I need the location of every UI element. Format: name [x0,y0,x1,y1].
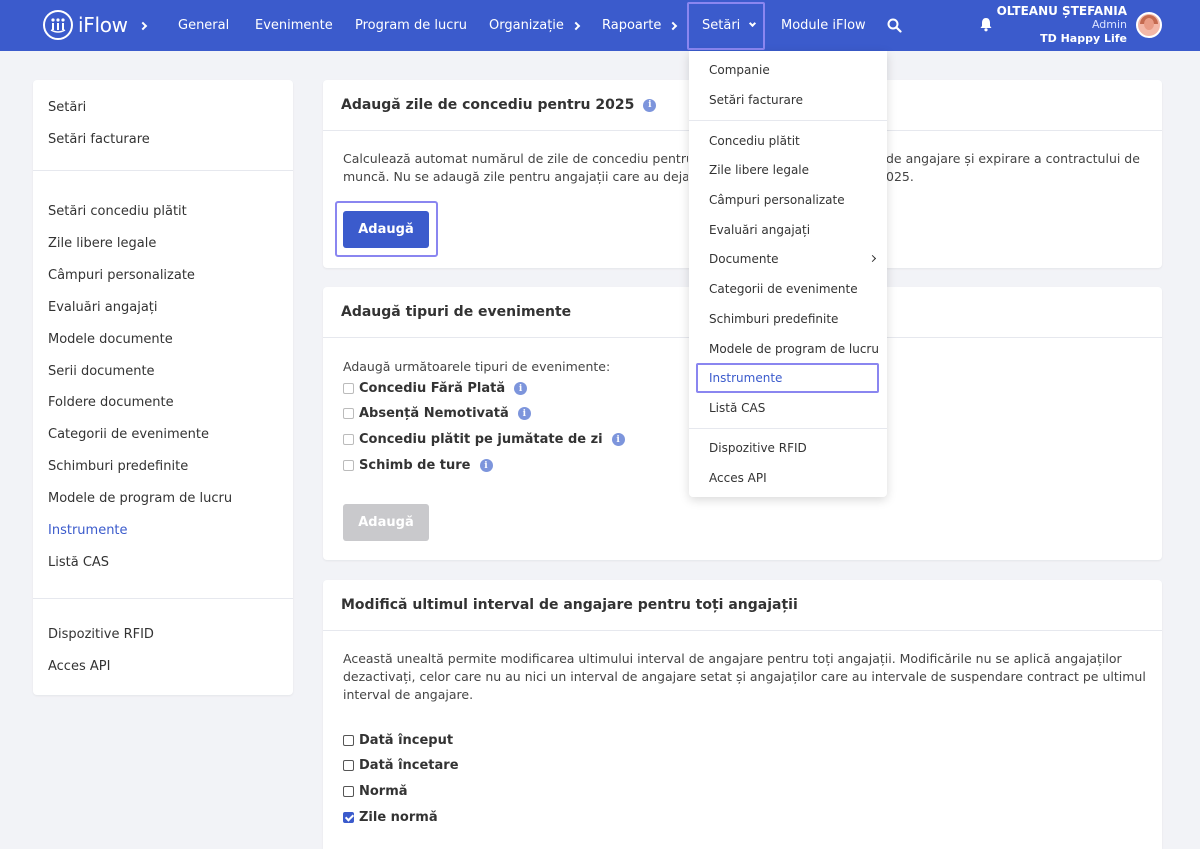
checkbox[interactable] [343,460,354,471]
menu-item-schimburi-predefinite[interactable]: Schimburi predefinite [709,312,838,326]
checkbox[interactable] [343,383,354,394]
nav-evenimente[interactable]: Evenimente [255,0,333,51]
info-icon[interactable]: i [514,382,528,395]
chevron-right-icon [669,21,678,30]
menu-item-instrumente[interactable]: Instrumente [709,371,782,385]
sidebar-item-campuri-personalizate[interactable]: Câmpuri personalizate [48,268,195,283]
iflow-logo-icon [43,10,73,40]
info-icon[interactable]: i [643,98,657,112]
sidebar-item-zile-libere-legale[interactable]: Zile libere legale [48,236,156,251]
option-zile-norma[interactable]: Zile normă [343,810,438,825]
chevron-down-icon [749,19,757,28]
nav-program-de-lucru[interactable]: Program de lucru [355,0,467,51]
option-schimb-de-ture[interactable]: Schimb de ture i [343,458,493,473]
user-role: Admin [1091,18,1127,31]
settings-sidebar: Setări Setări facturare Setări concediu … [33,80,293,695]
checkbox[interactable] [343,434,354,445]
brand-logo[interactable]: iFlow [43,10,128,40]
chevron-right-icon [868,254,877,263]
option-norma[interactable]: Normă [343,784,408,799]
sidebar-divider [33,598,293,599]
brand-name: iFlow [78,13,128,37]
menu-item-zile-libere-legale[interactable]: Zile libere legale [709,163,809,177]
sidebar-item-schimburi-predefinite[interactable]: Schimburi predefinite [48,459,188,474]
nav-rapoarte[interactable]: Rapoarte [602,0,678,51]
menu-divider [689,120,887,121]
card-description-left: Calculează automat numărul de zile de co… [343,151,688,184]
menu-divider [689,428,887,429]
checkbox[interactable] [343,760,354,771]
checkbox[interactable] [343,735,354,746]
avatar[interactable] [1136,12,1162,38]
sidebar-item-acces-api[interactable]: Acces API [48,659,110,674]
sidebar-item-modele-de-program-de-lucru[interactable]: Modele de program de lucru [48,491,232,506]
menu-item-evaluari-angajati[interactable]: Evaluări angajați [709,223,810,237]
sidebar-item-lista-cas[interactable]: Listă CAS [48,555,109,570]
search-icon[interactable] [887,18,902,37]
user-name: OLTEANU ȘTEFANIA [996,4,1127,18]
menu-item-lista-cas[interactable]: Listă CAS [709,401,765,415]
checkbox[interactable] [343,786,354,797]
menu-item-concediu-platit[interactable]: Concediu plătit [709,134,800,148]
sidebar-item-foldere-documente[interactable]: Foldere documente [48,395,174,410]
checkbox[interactable] [343,408,354,419]
card-title: Modifică ultimul interval de angajare pe… [323,580,1162,631]
option-data-incetare[interactable]: Dată încetare [343,758,459,773]
add-event-types-button[interactable]: Adaugă [343,504,429,541]
sidebar-item-evaluari-angajati[interactable]: Evaluări angajați [48,300,158,315]
menu-item-campuri-personalizate[interactable]: Câmpuri personalizate [709,193,845,207]
option-data-inceput[interactable]: Dată început [343,733,453,748]
checkbox-checked[interactable] [343,812,354,823]
menu-item-categorii-de-evenimente[interactable]: Categorii de evenimente [709,282,858,296]
menu-item-modele-de-program-de-lucru[interactable]: Modele de program de lucru [709,342,879,356]
menu-item-documente[interactable]: Documente [709,252,779,266]
add-leave-days-button[interactable]: Adaugă [343,211,429,248]
card-intro: Adaugă următoarele tipuri de evenimente: [343,359,611,374]
chevron-right-icon [571,21,581,30]
option-concediu-fara-plata[interactable]: Concediu Fără Plată i [343,381,528,396]
info-icon[interactable]: i [517,407,531,420]
menu-item-setari-facturare[interactable]: Setări facturare [709,93,803,107]
menu-item-companie[interactable]: Companie [709,63,770,77]
sidebar-item-setari-facturare[interactable]: Setări facturare [48,132,150,147]
option-absenta-nemotivata[interactable]: Absență Nemotivată i [343,406,531,421]
card-description: Această unealtă permite modificarea ulti… [343,651,1146,702]
sidebar-item-setari-concediu-platit[interactable]: Setări concediu plătit [48,204,187,219]
sidebar-item-instrumente[interactable]: Instrumente [48,523,128,538]
menu-item-acces-api[interactable]: Acces API [709,471,767,485]
settings-dropdown-menu: Companie Setări facturare Concediu plăti… [689,51,887,497]
sidebar-item-serii-documente[interactable]: Serii documente [48,364,155,379]
option-concediu-platit-jumatate[interactable]: Concediu plătit pe jumătate de zi i [343,432,625,447]
sidebar-item-dispozitive-rfid[interactable]: Dispozitive RFID [48,627,154,642]
top-navbar: iFlow General Evenimente Program de lucr… [0,0,1200,51]
info-icon[interactable]: i [611,433,625,446]
sidebar-divider [33,170,293,171]
nav-organizatie[interactable]: Organizație [489,0,581,51]
nav-setari[interactable]: Setări [702,0,757,51]
card-modify-employment-interval: Modifică ultimul interval de angajare pe… [323,580,1162,849]
bell-icon[interactable] [979,17,993,36]
menu-item-dispozitive-rfid[interactable]: Dispozitive RFID [709,441,807,455]
chevron-right-icon [138,0,148,51]
info-icon[interactable]: i [479,459,493,472]
card-description-right: de angajare și expirare a contractului d… [886,151,1140,184]
nav-general[interactable]: General [178,0,229,51]
nav-module-iflow[interactable]: Module iFlow [781,0,866,51]
sidebar-item-setari[interactable]: Setări [48,100,86,115]
sidebar-item-modele-documente[interactable]: Modele documente [48,332,173,347]
sidebar-item-categorii-de-evenimente[interactable]: Categorii de evenimente [48,427,209,442]
user-info[interactable]: OLTEANU ȘTEFANIA Admin TD Happy Life [997,4,1127,46]
user-company: TD Happy Life [1040,32,1127,45]
